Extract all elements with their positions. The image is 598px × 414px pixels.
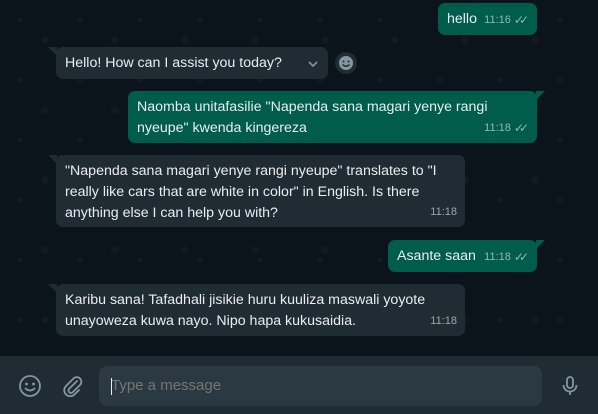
chat-area: hello 11:16 ✓✓ Hello! How can I assist y… — [0, 0, 598, 356]
message-incoming[interactable]: Karibu sana! Tafadhali jisikie huru kuul… — [48, 284, 465, 336]
bubble-tail — [536, 240, 545, 249]
double-check-icon: ✓✓ — [513, 250, 529, 264]
message-outgoing[interactable]: hello 11:16 ✓✓ — [438, 3, 537, 35]
message-text: hello — [447, 11, 477, 27]
message-time: 11:18 — [484, 251, 511, 263]
chevron-down-icon[interactable] — [307, 56, 319, 77]
message-meta: 11:16 ✓✓ — [484, 10, 529, 31]
message-outgoing[interactable]: Naomba unitafasilie "Napenda sana magari… — [128, 91, 545, 143]
smiley-reaction-icon[interactable] — [335, 52, 357, 74]
message-text: Hello! How can I assist you today? — [65, 55, 282, 71]
message-meta: 11:18 — [430, 202, 457, 223]
message-time: 11:16 — [484, 14, 511, 26]
message-input[interactable] — [99, 366, 542, 406]
double-check-icon: ✓✓ — [513, 13, 529, 27]
bubble-tail — [48, 47, 57, 56]
message-text: Asante saan — [397, 248, 476, 264]
message-incoming[interactable]: Hello! How can I assist you today? — [48, 47, 328, 79]
bubble-tail — [48, 155, 57, 164]
message-text: Karibu sana! Tafadhali jisikie huru kuul… — [65, 292, 426, 329]
message-text: Naomba unitafasilie "Napenda sana magari… — [137, 99, 488, 136]
smiley-icon[interactable] — [16, 372, 44, 400]
bubble-tail — [48, 284, 57, 293]
message-time: 11:18 — [484, 122, 511, 134]
double-check-icon: ✓✓ — [513, 121, 529, 135]
message-time: 11:18 — [430, 315, 457, 327]
microphone-icon[interactable] — [556, 372, 584, 400]
message-incoming[interactable]: "Napenda sana magari yenye rangi nyeupe"… — [48, 155, 465, 227]
message-meta: 11:18 ✓✓ — [484, 118, 529, 139]
message-outgoing[interactable]: Asante saan 11:18 ✓✓ — [388, 240, 545, 272]
paperclip-icon[interactable] — [58, 372, 86, 400]
message-text: "Napenda sana magari yenye rangi nyeupe"… — [65, 163, 437, 221]
message-time: 11:18 — [430, 206, 457, 218]
composer-bar — [0, 356, 598, 414]
message-meta: 11:18 — [430, 311, 457, 332]
bubble-tail — [536, 91, 545, 100]
text-caret — [111, 378, 112, 395]
message-meta: 11:18 ✓✓ — [484, 247, 529, 268]
